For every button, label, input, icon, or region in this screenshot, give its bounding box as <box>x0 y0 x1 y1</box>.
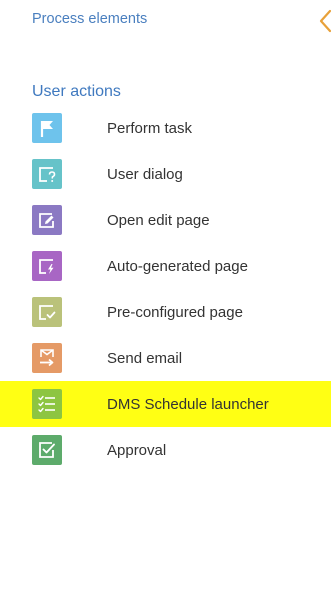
element-item-label: Auto-generated page <box>107 257 248 275</box>
dialog-question-icon <box>39 167 56 182</box>
element-item-label: User dialog <box>107 165 183 183</box>
element-item-pre-configured-page[interactable]: Pre-configured page <box>0 289 331 335</box>
element-item-open-edit-page[interactable]: Open edit page <box>0 197 331 243</box>
element-item-approval[interactable]: Approval <box>0 427 331 473</box>
group-label-user-actions: User actions <box>32 83 121 100</box>
element-list: Perform task User dialog Open edit page … <box>0 105 331 473</box>
panel-header: Process elements <box>0 0 331 50</box>
flag-icon <box>40 121 53 137</box>
icon-tile <box>32 205 62 235</box>
element-item-label: Approval <box>107 441 167 459</box>
icon-tile <box>32 343 62 373</box>
icon-tile <box>32 389 62 419</box>
edit-page-icon <box>39 213 54 228</box>
icon-tile <box>32 297 62 327</box>
process-elements-panel: Process elements User actions Perform ta… <box>0 0 331 608</box>
approval-icon <box>39 442 55 458</box>
icon-tile <box>32 435 62 465</box>
collapse-panel-button[interactable] <box>318 8 331 34</box>
send-email-icon <box>40 349 54 367</box>
element-item-send-email[interactable]: Send email <box>0 335 331 381</box>
icon-tile <box>32 113 62 143</box>
preconfigured-page-icon <box>39 305 56 320</box>
element-item-perform-task[interactable]: Perform task <box>0 105 331 151</box>
auto-page-icon <box>39 259 54 274</box>
element-item-user-dialog[interactable]: User dialog <box>0 151 331 197</box>
checklist-icon <box>38 395 55 413</box>
element-item-label: Send email <box>107 349 183 367</box>
element-item-dms-schedule-launcher[interactable]: DMS Schedule launcher <box>0 381 331 427</box>
icon-tile <box>32 159 62 189</box>
panel-title: Process elements <box>32 11 148 27</box>
icon-tile <box>32 251 62 281</box>
element-item-label: Pre-configured page <box>107 303 243 321</box>
element-item-auto-generated-page[interactable]: Auto-generated page <box>0 243 331 289</box>
element-item-label: Perform task <box>107 119 193 137</box>
chevron-left-icon <box>319 9 331 33</box>
element-item-label: DMS Schedule launcher <box>107 395 269 413</box>
element-item-label: Open edit page <box>107 211 210 229</box>
